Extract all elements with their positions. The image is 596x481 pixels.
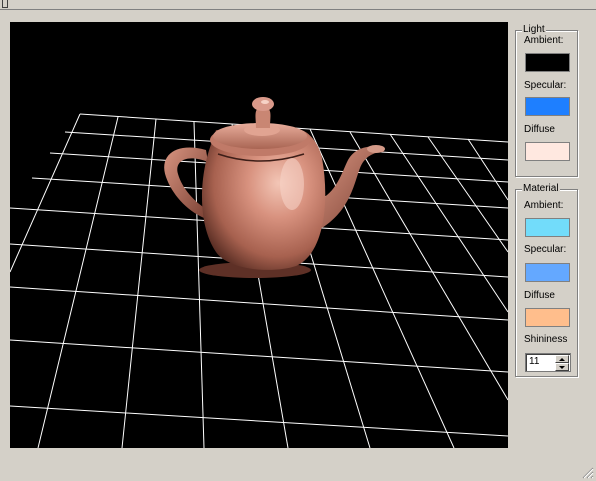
render-viewport[interactable] <box>10 22 508 448</box>
material-group: Material Ambient: Specular: Diffuse Shin… <box>515 182 578 377</box>
light-diffuse-swatch[interactable] <box>525 142 570 161</box>
light-ambient-label: Ambient: <box>524 35 564 46</box>
scene-svg <box>10 97 508 448</box>
shininess-value[interactable]: 11 <box>529 356 539 368</box>
shininess-spinner[interactable]: 11 <box>525 353 571 372</box>
top-edge-bar <box>0 0 596 10</box>
light-specular-label: Specular: <box>524 80 567 91</box>
light-group: Light Ambient: Specular: Diffuse <box>515 23 578 177</box>
material-ambient-swatch[interactable] <box>525 218 570 237</box>
material-ambient-label: Ambient: <box>524 200 564 211</box>
material-diffuse-label: Diffuse <box>524 290 555 301</box>
material-group-title: Material <box>522 182 560 196</box>
top-edge-handle[interactable] <box>2 0 8 8</box>
light-diffuse-label: Diffuse <box>524 124 555 135</box>
material-specular-swatch[interactable] <box>525 263 570 282</box>
light-specular-swatch[interactable] <box>525 97 570 116</box>
material-shininess-label: Shininess <box>524 334 568 345</box>
teapot-lighting-window: Light Ambient: Specular: Diffuse Materia… <box>0 0 596 481</box>
resize-grip-icon[interactable] <box>582 467 594 479</box>
spin-down-icon[interactable] <box>555 363 569 371</box>
material-diffuse-swatch[interactable] <box>525 308 570 327</box>
teapot <box>164 97 385 278</box>
light-ambient-swatch[interactable] <box>525 53 570 72</box>
spin-up-icon[interactable] <box>555 355 569 363</box>
material-specular-label: Specular: <box>524 244 567 255</box>
